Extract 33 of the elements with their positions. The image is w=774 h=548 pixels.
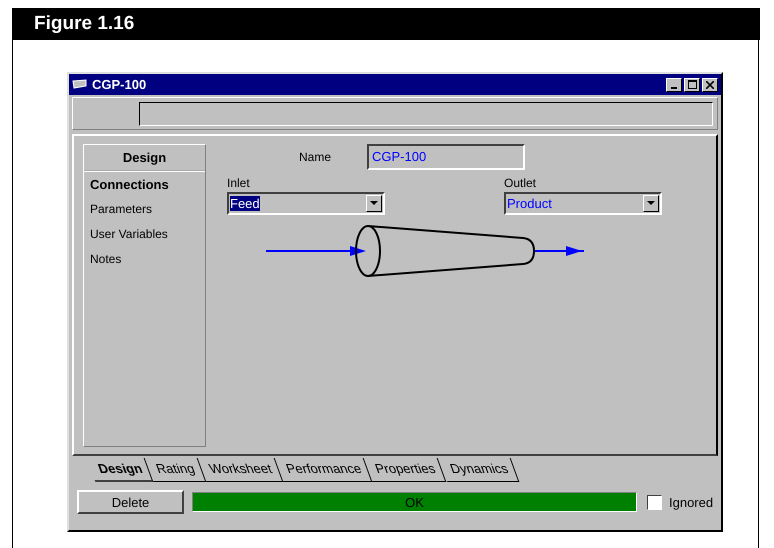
sidebar-item[interactable]: Connections xyxy=(84,172,205,197)
app-icon xyxy=(72,78,88,90)
close-button[interactable] xyxy=(702,78,718,92)
ignored-label: Ignored xyxy=(669,494,714,510)
tab[interactable]: Worksheet xyxy=(198,458,284,482)
caret-icon xyxy=(370,201,378,206)
delete-button[interactable]: Delete xyxy=(77,490,184,514)
tab[interactable]: Performance xyxy=(274,458,373,482)
sidebar-item[interactable]: User Variables xyxy=(84,222,205,247)
inlet-dropdown[interactable]: Feed xyxy=(227,192,385,215)
outlet-arrow xyxy=(535,246,584,256)
ignored-checkbox[interactable] xyxy=(647,494,662,510)
tab[interactable]: Properties xyxy=(364,458,447,482)
minimize-button[interactable] xyxy=(666,78,682,92)
maximize-button[interactable] xyxy=(684,78,700,92)
inlet-label: Inlet xyxy=(227,176,251,190)
outlet-dropdown[interactable]: Product xyxy=(504,192,662,215)
name-field[interactable]: CGP-100 xyxy=(367,144,526,170)
sidebar-item[interactable]: Notes xyxy=(84,247,205,272)
tab[interactable]: Rating xyxy=(144,458,206,482)
figure-title: Figure 1.16 xyxy=(34,13,134,35)
status-text: OK xyxy=(404,495,425,510)
caret-icon xyxy=(647,201,655,206)
name-label: Name xyxy=(299,150,332,164)
outlet-label: Outlet xyxy=(504,176,538,190)
tab[interactable]: Dynamics xyxy=(438,458,519,482)
maximize-icon xyxy=(688,80,696,89)
minimize-icon xyxy=(671,86,677,88)
sidebar-header: Design xyxy=(84,145,205,172)
tab[interactable]: Design xyxy=(86,458,154,482)
close-icon xyxy=(706,80,714,88)
window-title: CGP-100 xyxy=(92,77,148,92)
sidebar-item[interactable]: Parameters xyxy=(84,197,205,222)
